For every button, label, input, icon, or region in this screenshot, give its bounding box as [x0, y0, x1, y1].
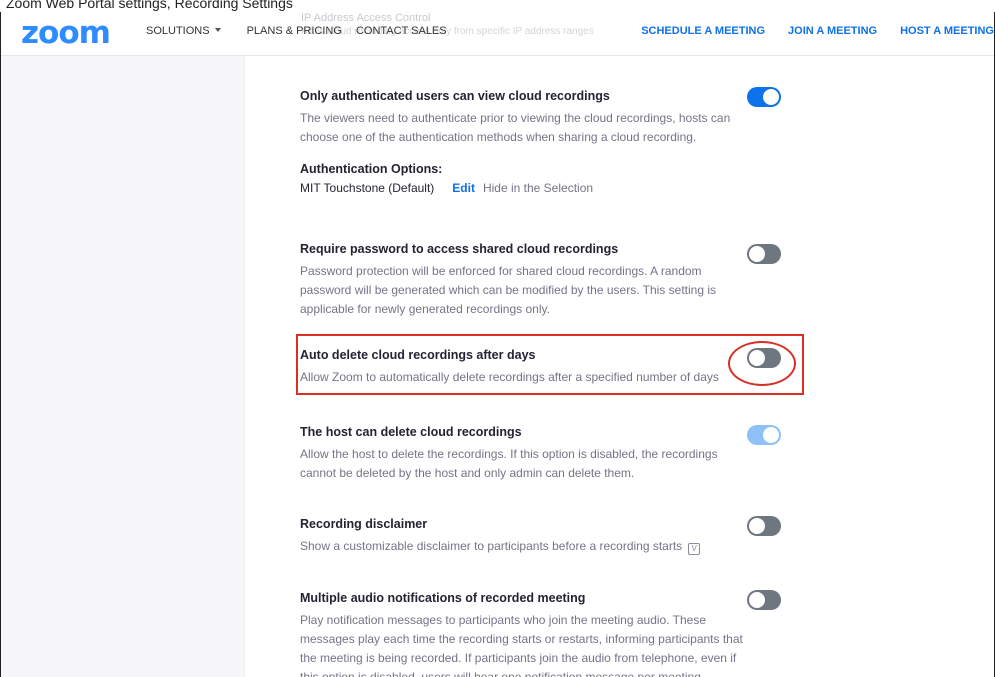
setting-title: The host can delete cloud recordings	[300, 425, 522, 439]
nav-contact-sales[interactable]: CONTACT SALES	[356, 25, 447, 37]
nav-solutions[interactable]: SOLUTIONS	[146, 25, 221, 37]
require-password-toggle[interactable]	[747, 244, 781, 264]
setting-require-password: Require password to access shared cloud …	[300, 240, 745, 319]
auth-option-default: MIT Touchstone (Default)	[300, 181, 435, 195]
chevron-down-icon	[214, 28, 221, 32]
setting-title: Require password to access shared cloud …	[300, 242, 619, 256]
toggle-knob	[763, 427, 779, 443]
nav-left: SOLUTIONS PLANS & PRICING CONTACT SALES	[146, 25, 447, 37]
setting-description: Allow the host to delete the recordings.…	[300, 447, 718, 480]
join-meeting-link[interactable]: JOIN A MEETING	[788, 25, 877, 37]
auth-options-heading: Authentication Options:	[300, 162, 443, 176]
setting-title: Only authenticated users can view cloud …	[300, 89, 610, 103]
toggle-knob	[749, 518, 765, 534]
nav-right: SCHEDULE A MEETING JOIN A MEETING HOST A…	[641, 25, 994, 37]
auth-edit-link[interactable]: Edit	[452, 181, 475, 195]
auth-hide-link[interactable]: Hide in the Selection	[483, 181, 593, 195]
setting-title: Multiple audio notifications of recorded…	[300, 591, 586, 605]
schedule-meeting-link[interactable]: SCHEDULE A MEETING	[641, 25, 765, 37]
toggle-knob	[763, 89, 779, 105]
caption: Zoom Web Portal settings, Recording Sett…	[6, 0, 293, 11]
highlight-oval	[728, 341, 796, 386]
host-delete-toggle[interactable]	[747, 425, 781, 445]
setting-host-delete: The host can delete cloud recordings All…	[300, 423, 745, 483]
auth-options-row: MIT Touchstone (Default) Edit Hide in th…	[300, 181, 593, 195]
setting-title: Recording disclaimer	[300, 517, 428, 531]
host-meeting-link[interactable]: HOST A MEETING	[900, 25, 994, 37]
setting-description: Play notification messages to participan…	[300, 613, 743, 677]
setting-multiple-audio-notifications: Multiple audio notifications of recorded…	[300, 589, 745, 677]
setting-description: Password protection will be enforced for…	[300, 264, 716, 316]
recording-disclaimer-toggle[interactable]	[747, 516, 781, 536]
setting-description: The viewers need to authenticate prior t…	[300, 111, 731, 144]
setting-authenticated-users-view: Only authenticated users can view cloud …	[300, 87, 745, 147]
v-box-icon[interactable]: V	[688, 543, 701, 555]
setting-description-text: Show a customizable disclaimer to partic…	[300, 539, 683, 553]
toggle-knob	[749, 592, 765, 608]
audio-notifications-toggle[interactable]	[747, 590, 781, 610]
zoom-logo[interactable]: zoom	[21, 16, 111, 50]
toggle-knob	[749, 246, 765, 262]
setting-recording-disclaimer: Recording disclaimer Show a customizable…	[300, 515, 745, 556]
top-nav-bar: IP Address Access Control Allow cloud re…	[1, 12, 994, 56]
sidebar	[1, 56, 244, 677]
underlying-title: IP Address Access Control	[301, 12, 431, 24]
authenticated-users-toggle[interactable]	[747, 87, 781, 107]
nav-solutions-label: SOLUTIONS	[146, 25, 210, 37]
setting-description: Show a customizable disclaimer to partic…	[300, 537, 745, 556]
nav-plans-pricing[interactable]: PLANS & PRICING	[247, 25, 342, 37]
